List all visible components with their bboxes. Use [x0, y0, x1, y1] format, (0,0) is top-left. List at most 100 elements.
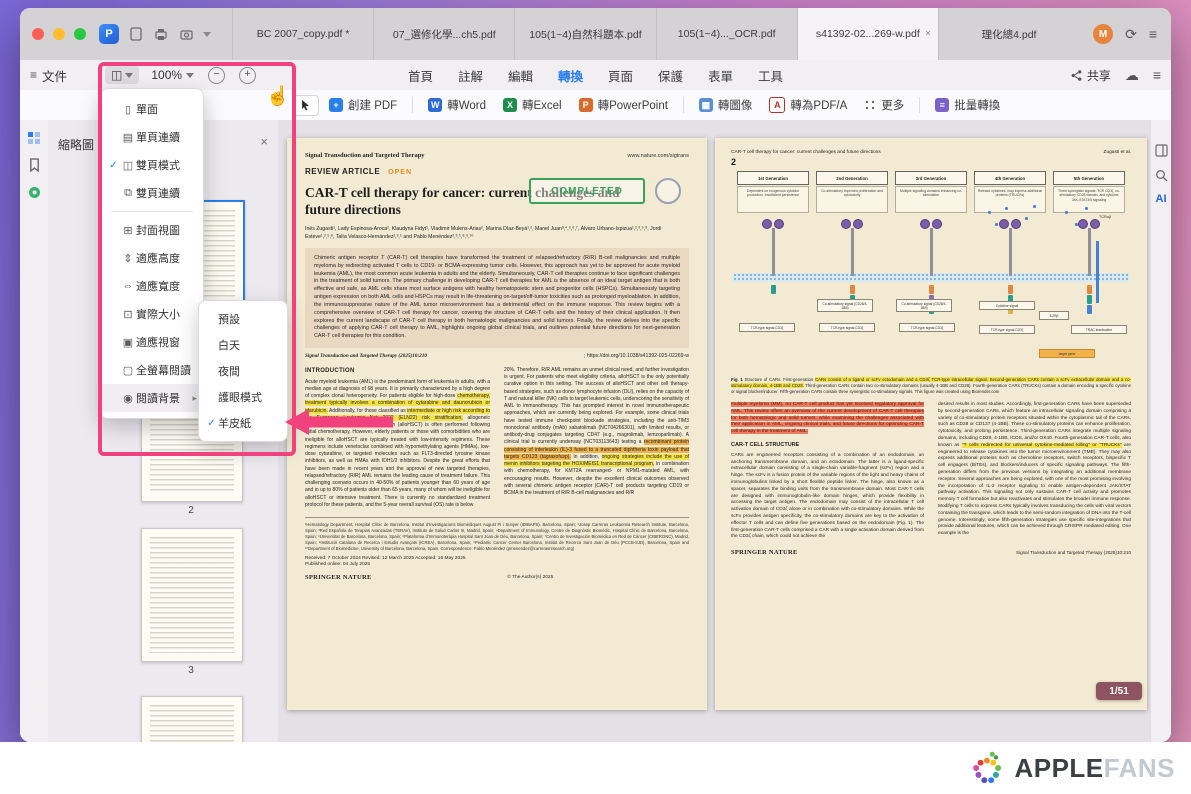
figure-label: Fig. 1 — [731, 377, 743, 382]
menu-item-tools[interactable]: 工具 — [758, 66, 783, 85]
menu-item-home[interactable]: 首頁 — [408, 66, 433, 85]
more-menu-icon[interactable]: ≡ — [1153, 68, 1161, 82]
cloud-icon[interactable]: ☁ — [1125, 68, 1139, 82]
left-rail — [20, 120, 49, 742]
article-citation: Signal Transduction and Targeted Therapy… — [305, 353, 427, 359]
menu-item-forms[interactable]: 表單 — [708, 66, 733, 85]
zoom-out-button[interactable]: − — [208, 67, 225, 84]
convert-image-button[interactable]: ▦ 轉圖像 — [692, 94, 760, 116]
generation-column-3: 3rd Generation Multiple signaling domain… — [893, 171, 969, 371]
snapshot-icon[interactable] — [178, 26, 194, 42]
menu-item-reading-background[interactable]: ◉ 閱讀背景 ▸ — [101, 384, 203, 412]
single-page-icon: ▯ — [120, 103, 136, 116]
menu-item-actual-size[interactable]: ⊡ 實際大小 — [101, 300, 203, 328]
article-abstract: Chimeric antigen receptor T (CAR-T) cell… — [305, 248, 689, 348]
close-window-button[interactable] — [32, 28, 44, 40]
thumbnails-panel-icon[interactable] — [25, 129, 43, 147]
publisher-mark: SPRINGER NATURE — [731, 549, 798, 556]
fit-height-icon: ⇕ — [120, 252, 136, 265]
generation-desc: Release cytokines, may express additiona… — [974, 186, 1046, 213]
menu-item-cover-view[interactable]: ⊞ 封面視圖 — [101, 216, 203, 244]
menu-item-annotate[interactable]: 註解 — [458, 66, 483, 85]
panel-close-icon[interactable]: × — [260, 134, 268, 149]
menu-item-bg-default[interactable]: 預設 — [199, 306, 287, 332]
zoom-in-button[interactable]: + — [239, 67, 256, 84]
bookmarks-icon[interactable] — [25, 156, 43, 174]
tab-label: 07_選修化學...ch5.pdf — [393, 27, 496, 42]
menu-item-fit-width[interactable]: ⇔ 適應寬度 — [101, 272, 203, 300]
completed-stamp: COMPLETED — [529, 178, 645, 204]
panel-toggle-icon[interactable] — [1153, 142, 1169, 158]
received-dates: Received: 7 October 2024 Revised: 12 Mar… — [305, 556, 689, 561]
menu-item-two-page[interactable]: ✓◫ 雙頁模式 — [101, 151, 203, 179]
menu-item-bg-eyecare[interactable]: 護眼模式 — [199, 384, 287, 410]
file-menu-button[interactable]: ≡ 文件 — [30, 66, 67, 85]
new-document-icon[interactable] — [128, 26, 144, 42]
window-menu-icon[interactable]: ≡ — [1149, 27, 1157, 41]
share-button[interactable]: 共享 — [1070, 67, 1111, 84]
menu-item-bg-parchment[interactable]: ✓羊皮紙 — [199, 410, 287, 436]
tab-close-icon[interactable]: × — [925, 29, 931, 40]
toolbar-separator — [683, 97, 684, 113]
thumbnail-number: 3 — [141, 665, 241, 676]
menu-item-bg-day[interactable]: 白天 — [199, 332, 287, 358]
share-icon — [1070, 69, 1083, 82]
document-canvas: Signal Transduction and Targeted Therapy… — [278, 120, 1151, 742]
sync-icon[interactable]: ⟳ — [1125, 27, 1137, 41]
generation-title: 1st Generation — [737, 171, 809, 185]
tab-document-4[interactable]: 105(1~4)..._OCR.pdf — [656, 8, 797, 60]
right-rail: AI — [1150, 120, 1171, 742]
menu-item-single-continuous[interactable]: ▤ 單頁連續 — [101, 123, 203, 151]
menu-item-two-page-continuous[interactable]: ⧉ 雙頁連續 — [101, 179, 203, 207]
print-icon[interactable] — [153, 26, 169, 42]
menu-item-single-page[interactable]: ▯ 單面 — [101, 95, 203, 123]
page-thumbnail-3[interactable] — [141, 528, 243, 662]
tab-document-1[interactable]: BC 2007_copy.pdf * — [232, 8, 373, 60]
search-icon[interactable] — [1153, 167, 1169, 183]
menu-item-edit[interactable]: 編輯 — [508, 66, 533, 85]
minimize-window-button[interactable] — [53, 28, 65, 40]
menu-item-bg-night[interactable]: 夜間 — [199, 358, 287, 384]
convert-word-button[interactable]: W 轉Word — [421, 94, 493, 116]
generation-desc: Dependent on exogenous cytokine producti… — [737, 186, 809, 213]
convert-pdfa-button[interactable]: A 轉為PDF/A — [762, 94, 854, 116]
tab-document-6[interactable]: 理化總4.pdf — [938, 8, 1079, 60]
receptor-stem — [772, 228, 775, 276]
convert-excel-button[interactable]: X 轉Excel — [496, 94, 569, 116]
menu-item-fit-window[interactable]: ▣ 適應視窗 — [101, 328, 203, 356]
text-column-right: desired results in most studies. Accordi… — [938, 402, 1131, 541]
running-authors: Zugasti et al. — [1104, 150, 1131, 155]
generation-column-1: 1st Generation Dependent on exogenous cy… — [735, 171, 811, 371]
zoom-select[interactable]: 100% — [151, 68, 194, 82]
convert-powerpoint-button[interactable]: P 轉PowerPoint — [572, 94, 675, 116]
menu-item-page[interactable]: 頁面 — [608, 66, 633, 85]
two-page-icon: ◫ — [120, 159, 136, 172]
account-avatar[interactable]: M — [1093, 24, 1113, 44]
fullscreen-window-button[interactable] — [74, 28, 86, 40]
file-menu-label: 文件 — [42, 66, 67, 85]
ai-assistant-badge[interactable]: AI — [1151, 193, 1171, 205]
batch-convert-button[interactable]: ≡ 批量轉換 — [928, 94, 1007, 116]
page-view-mode-button[interactable]: ◫ — [105, 66, 139, 84]
section-heading: INTRODUCTION — [305, 367, 490, 376]
create-pdf-button[interactable]: + 創建 PDF — [322, 94, 404, 116]
select-tool-button[interactable] — [292, 95, 319, 116]
tab-document-active[interactable]: s41392-02...269-w.pdf × — [797, 8, 938, 60]
menu-item-convert[interactable]: 轉換 — [558, 66, 583, 85]
menu-item-protect[interactable]: 保護 — [658, 66, 683, 85]
toolbar-caret-icon[interactable] — [203, 32, 211, 37]
convert-more-button[interactable]: 更多 — [857, 94, 911, 116]
generation-title: 5th Generation — [1053, 171, 1125, 185]
reading-background-icon: ◉ — [120, 392, 136, 405]
menu-item-fit-height[interactable]: ⇕ 適應高度 — [101, 244, 203, 272]
page-thumbnail-4[interactable] — [141, 696, 243, 742]
annotations-icon[interactable] — [25, 183, 43, 201]
tab-document-2[interactable]: 07_選修化學...ch5.pdf — [373, 8, 514, 60]
generation-desc: Co-stimulatory improves proliferation an… — [816, 186, 888, 213]
share-label: 共享 — [1087, 67, 1111, 84]
tab-document-3[interactable]: 105(1~4)自然科題本.pdf — [514, 8, 655, 60]
create-pdf-label: 創建 PDF — [348, 97, 397, 113]
menu-item-fullscreen-reading[interactable]: ▢ 全螢幕閱讀 — [101, 356, 203, 384]
grid-icon — [864, 99, 876, 111]
panel-title: 縮略圖 — [58, 136, 94, 153]
